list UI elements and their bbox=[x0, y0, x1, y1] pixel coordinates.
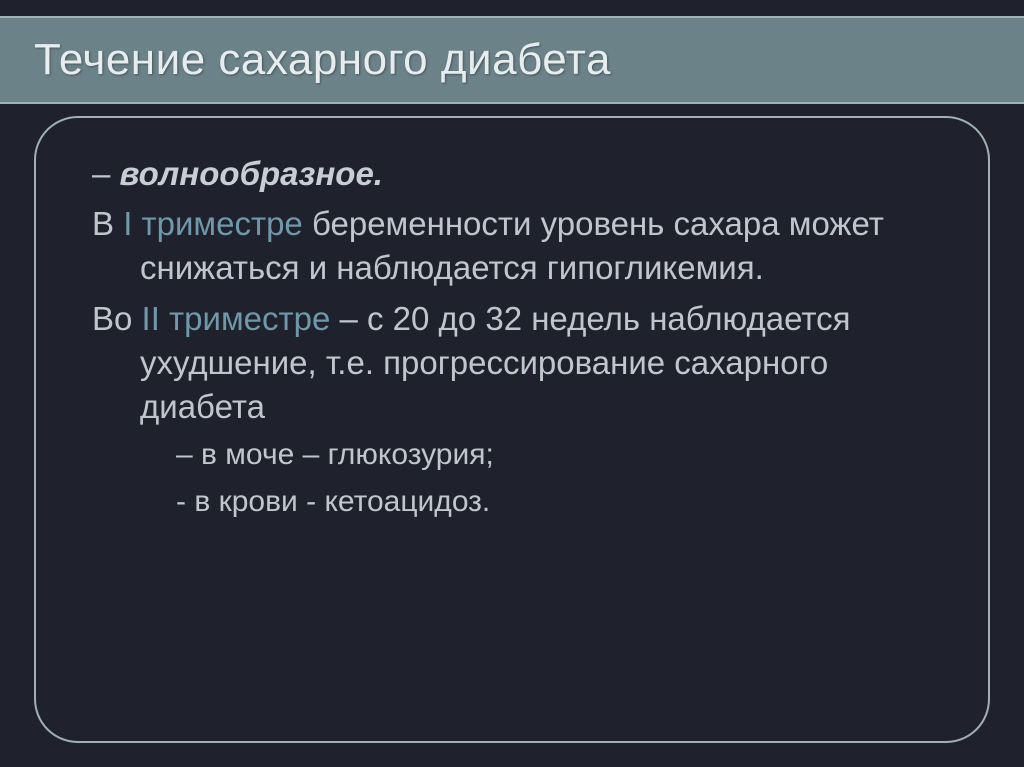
para-trimester-2: Во II триместре – с 20 до 32 недель набл… bbox=[92, 297, 932, 430]
bullet-wave: – волнообразное. bbox=[92, 152, 932, 196]
sub-bullet-urine: – в моче – глюкозурия; bbox=[92, 435, 932, 475]
dash: – bbox=[92, 155, 120, 192]
sub-bullet-urine-text: – в моче – глюкозурия; bbox=[176, 438, 494, 471]
content-frame: – волнообразное. В I триместре беременно… bbox=[34, 116, 990, 743]
slide-title: Течение сахарного диабета bbox=[34, 35, 611, 85]
t2-highlight: II триместре bbox=[142, 300, 331, 337]
sub-bullet-blood: - в крови - кетоацидоз. bbox=[92, 482, 932, 522]
title-bar: Течение сахарного диабета bbox=[0, 16, 1024, 104]
body-text: – волнообразное. В I триместре беременно… bbox=[92, 152, 932, 522]
sub-bullet-blood-text: - в крови - кетоацидоз. bbox=[176, 485, 490, 518]
emphasis-wave: волнообразное. bbox=[120, 155, 383, 192]
t1-pre: В bbox=[92, 205, 123, 242]
t1-highlight: I триместре bbox=[123, 205, 303, 242]
t2-pre: Во bbox=[92, 300, 142, 337]
slide: Течение сахарного диабета – волнообразно… bbox=[0, 0, 1024, 767]
para-trimester-1: В I триместре беременности уровень сахар… bbox=[92, 202, 932, 290]
